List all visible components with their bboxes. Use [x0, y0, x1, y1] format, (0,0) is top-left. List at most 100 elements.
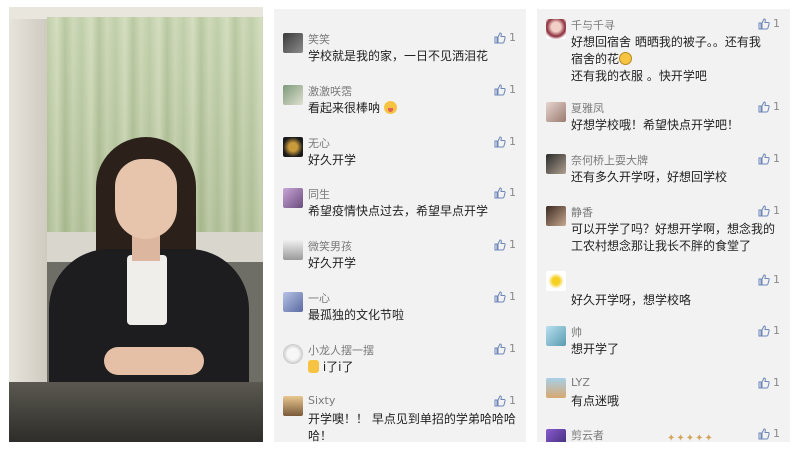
avatar[interactable] — [283, 292, 303, 312]
avatar[interactable] — [283, 188, 303, 208]
avatar[interactable] — [283, 240, 303, 260]
like-button[interactable]: 1 — [494, 394, 516, 407]
comment-username[interactable]: 微笑男孩 — [308, 238, 352, 254]
comment-username[interactable]: 奈何桥上耍大牌 — [571, 152, 648, 168]
comment-username[interactable]: 无心 — [308, 135, 330, 151]
like-count: 1 — [773, 204, 780, 217]
avatar[interactable] — [546, 429, 566, 442]
comment-item: 小龙人摆一摆 1 i了i了 — [274, 340, 526, 390]
thumbs-up-icon — [494, 238, 506, 250]
like-button[interactable]: 1 — [494, 83, 516, 96]
comment-item: 静香 1 可以开学了吗？好想开学啊，想念我的工农村想念那让我长不胖的食堂了 — [537, 202, 790, 268]
comment-item: 激激咲霑 1 看起来很棒呐 — [274, 81, 526, 131]
like-button[interactable]: 1 — [494, 290, 516, 303]
like-button[interactable]: 1 — [758, 427, 780, 440]
like-count: 1 — [509, 83, 516, 96]
thumbs-up-icon — [758, 100, 770, 112]
like-count: 1 — [509, 31, 516, 44]
thumbs-up-icon — [494, 186, 506, 198]
tongue-emoji-icon — [383, 101, 397, 114]
like-count: 1 — [509, 186, 516, 199]
comment-panel-right[interactable]: 千与千寻 1 好想回宿舍 晒晒我的被子。。还有我 宿舍的花 还有我的衣服 。快开… — [537, 9, 790, 442]
thumbs-up-icon — [494, 290, 506, 302]
screenshot-canvas: 笑笑 1 学校就是我的家，一日不见洒泪花 激激咲霑 1 看起来很棒呐 无心 1 — [0, 0, 800, 450]
video-frame[interactable] — [9, 7, 263, 442]
like-button[interactable]: 1 — [494, 186, 516, 199]
comment-item: Sixty 1 开学噢！！ 早点见到单招的学弟哈哈哈哈！ — [274, 392, 526, 442]
comment-text-line: 还有我的衣服 。快开学吧 — [571, 69, 707, 83]
comment-panel-left[interactable]: 笑笑 1 学校就是我的家，一日不见洒泪花 激激咲霑 1 看起来很棒呐 无心 1 — [274, 9, 526, 442]
avatar[interactable] — [546, 102, 566, 122]
like-button[interactable]: 1 — [758, 152, 780, 165]
comment-username[interactable]: 同生 — [308, 186, 330, 202]
avatar[interactable] — [283, 344, 303, 364]
comment-item: 无心 1 好久开学 — [274, 133, 526, 183]
comment-item: 一心 1 最孤独的文化节啦 — [274, 288, 526, 338]
like-button[interactable]: 1 — [758, 376, 780, 389]
comment-item: 微笑男孩 1 好久开学 — [274, 236, 526, 286]
comment-text: 学校就是我的家，一日不见洒泪花 — [308, 49, 489, 63]
sad-emoji-icon — [619, 52, 633, 65]
comment-text: 好想回宿舍 晒晒我的被子。。还有我 宿舍的花 还有我的衣服 。快开学吧 — [571, 34, 782, 85]
like-button[interactable]: 1 — [494, 342, 516, 355]
thumbs-up-icon — [758, 17, 770, 29]
comment-text-content: 宿舍的花 — [571, 52, 620, 66]
comment-text: 希望疫情快点过去，希望早点开学 — [308, 204, 489, 218]
avatar[interactable] — [546, 19, 566, 39]
comment-username[interactable]: 帅 — [571, 324, 582, 340]
comment-username[interactable]: 剪云者 — [571, 427, 604, 442]
comment-item: 奈何桥上耍大牌 1 还有多久开学呀，好想回学校 — [537, 150, 790, 200]
like-button[interactable]: 1 — [494, 135, 516, 148]
like-button[interactable]: 1 — [758, 273, 780, 286]
comment-username[interactable]: 笑笑 — [308, 31, 330, 47]
avatar[interactable] — [283, 85, 303, 105]
avatar[interactable] — [546, 326, 566, 346]
comment-username[interactable]: 夏雅凤 — [571, 100, 604, 116]
like-button[interactable]: 1 — [758, 17, 780, 30]
comment-username[interactable]: 小龙人摆一摆 — [308, 342, 374, 358]
avatar[interactable] — [546, 271, 566, 291]
thumbs-up-icon — [494, 394, 506, 406]
comment-text: 可以开学了吗？好想开学啊，想念我的工农村想念那让我长不胖的食堂了 — [571, 222, 776, 253]
avatar[interactable] — [283, 33, 303, 53]
like-count: 1 — [773, 100, 780, 113]
comment-username[interactable]: 一心 — [308, 290, 330, 306]
comment-text: 好久开学 — [308, 256, 357, 270]
avatar[interactable] — [546, 206, 566, 226]
comment-username[interactable]: Sixty — [308, 394, 335, 407]
desk — [9, 382, 263, 442]
avatar[interactable] — [546, 154, 566, 174]
like-button[interactable]: 1 — [758, 204, 780, 217]
like-count: 1 — [773, 376, 780, 389]
comment-text-content: i了i了 — [322, 360, 354, 374]
comment-username[interactable]: LYZ — [571, 376, 590, 389]
comment-text: 想开学了 — [571, 342, 620, 356]
presenter-face — [115, 159, 177, 239]
thumbs-up-icon — [494, 83, 506, 95]
like-count: 1 — [773, 427, 780, 440]
sparkle-decoration: ✦✦✦✦✦ — [667, 433, 714, 442]
thumbs-up-emoji-icon — [308, 360, 319, 373]
presenter — [49, 137, 249, 399]
comment-text: 好久开学 — [308, 153, 357, 167]
avatar[interactable] — [546, 378, 566, 398]
comment-item: 夏雅凤 1 好想学校哦！希望快点开学吧！ — [537, 98, 790, 148]
avatar[interactable] — [283, 396, 303, 416]
thumbs-up-icon — [494, 31, 506, 43]
presenter-shirt — [127, 255, 167, 325]
like-button[interactable]: 1 — [494, 238, 516, 251]
presenter-hands — [104, 347, 204, 375]
like-button[interactable]: 1 — [758, 100, 780, 113]
comment-item: LYZ 1 有点迷哦 — [537, 374, 790, 424]
avatar[interactable] — [283, 137, 303, 157]
comment-username[interactable]: 千与千寻 — [571, 17, 615, 33]
comment-item: 帅 1 想开学了 — [537, 322, 790, 372]
thumbs-up-icon — [758, 204, 770, 216]
like-button[interactable]: 1 — [494, 31, 516, 44]
comment-username[interactable]: 激激咲霑 — [308, 83, 352, 99]
comment-username[interactable]: 静香 — [571, 204, 593, 220]
comment-text-line: 好想回宿舍 晒晒我的被子。。还有我 — [571, 35, 761, 49]
like-button[interactable]: 1 — [758, 324, 780, 337]
comment-text: 看起来很棒呐 — [308, 100, 518, 117]
thumbs-up-icon — [758, 376, 770, 388]
